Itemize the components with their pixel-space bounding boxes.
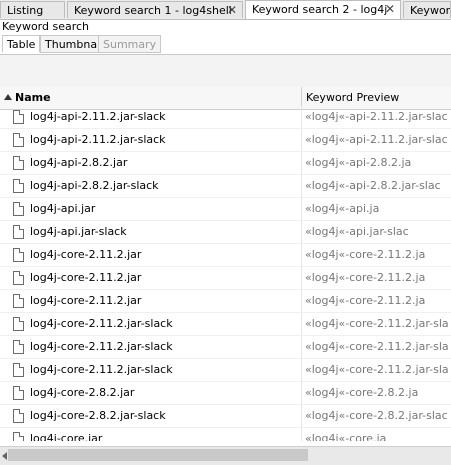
file-icon [13, 225, 24, 239]
tab-keyword-search-1[interactable]: Keyword search 1 - log4shell ✕ [67, 1, 243, 18]
file-icon [13, 363, 24, 377]
file-name: log4j-api.jar [30, 202, 96, 215]
keyword-preview: «log4j«-core-2.8.2.ja [301, 382, 451, 404]
keyword-preview: «log4j«-core-2.8.2.jar-slac [301, 405, 451, 427]
tab-bar: Listing Keyword search 1 - log4shell ✕ K… [0, 0, 451, 20]
file-name: log4j-api-2.11.2.jar-slack [30, 110, 166, 123]
keyword-preview: «log4j«-core-2.11.2.ja [301, 244, 451, 266]
keyword-preview: «log4j«-core-2.11.2.jar-sla [301, 313, 451, 335]
keyword-preview: «log4j«-api-2.11.2.jar-slac [301, 129, 451, 151]
tab-label: Listing [7, 4, 44, 17]
file-name: log4j-core-2.11.2.jar-slack [30, 340, 173, 353]
horizontal-scrollbar[interactable] [0, 446, 451, 465]
keyword-preview: «log4j«-api-2.8.2.ja [301, 152, 451, 174]
results-table: log4j-api-2.11.2.jar-slack «log4j«-api-2.… [0, 106, 451, 441]
file-name: log4j-api-2.8.2.jar-slack [30, 179, 159, 192]
table-row[interactable]: log4j-core-2.11.2.jar «log4j«-core-2.11.2… [0, 267, 451, 290]
file-icon [13, 340, 24, 354]
keyword-preview: «log4j«-api-2.8.2.jar-slac [301, 175, 451, 197]
table-row[interactable]: log4j-api.jar «log4j«-api.ja [0, 198, 451, 221]
file-icon [13, 317, 24, 331]
file-name: log4j-core-2.8.2.jar [30, 386, 135, 399]
table-row[interactable]: log4j-api-2.8.2.jar-slack «log4j«-api-2.8… [0, 175, 451, 198]
table-row[interactable]: log4j-core-2.11.2.jar «log4j«-core-2.11.2… [0, 290, 451, 313]
column-label: Keyword Preview [306, 91, 400, 104]
column-label: Name [15, 91, 51, 104]
file-icon [13, 179, 24, 193]
file-icon [13, 432, 24, 441]
file-icon [13, 248, 24, 262]
table-row[interactable]: log4j-core-2.11.2.jar-slack «log4j«-core-… [0, 359, 451, 382]
table-row[interactable]: log4j-core-2.11.2.jar-slack «log4j«-core-… [0, 313, 451, 336]
table-row[interactable]: log4j-core-2.11.2.jar «log4j«-core-2.11.2… [0, 244, 451, 267]
file-name: log4j-core-2.11.2.jar-slack [30, 363, 173, 376]
sort-ascending-icon [4, 94, 12, 100]
tab-label: Summary [103, 38, 157, 51]
file-name: log4j-api-2.11.2.jar-slack [30, 133, 166, 146]
file-icon [13, 202, 24, 216]
file-icon [13, 156, 24, 170]
file-name: log4j-core-2.11.2.jar [30, 248, 142, 261]
keyword-preview: «log4j«-core-2.11.2.ja [301, 290, 451, 312]
tab-table[interactable]: Table [2, 35, 41, 53]
close-icon[interactable]: ✕ [227, 2, 237, 18]
keyword-preview: «log4j«-api.jar-slac [301, 221, 451, 243]
table-row[interactable]: log4j-api-2.8.2.jar «log4j«-api-2.8.2.ja [0, 152, 451, 175]
tab-listing[interactable]: Listing [0, 1, 65, 18]
file-name: log4j-core.jar [30, 432, 103, 441]
table-row[interactable]: log4j-api.jar-slack «log4j«-api.jar-slac [0, 221, 451, 244]
file-name: log4j-api.jar-slack [30, 225, 127, 238]
file-name: log4j-core-2.11.2.jar-slack [30, 317, 173, 330]
file-name: log4j-api-2.8.2.jar [30, 156, 128, 169]
table-row[interactable]: log4j-core-2.8.2.jar «log4j«-core-2.8.2.j… [0, 382, 451, 405]
keyword-preview: «log4j«-core-2.11.2.jar-sla [301, 336, 451, 358]
file-icon [13, 271, 24, 285]
table-row[interactable]: log4j-core-2.11.2.jar-slack «log4j«-core-… [0, 336, 451, 359]
keyword-preview: «log4j«-core.ja [301, 428, 451, 441]
tab-label: Keyword [410, 4, 450, 17]
scrollbar-thumb[interactable] [8, 449, 308, 461]
file-icon [13, 409, 24, 423]
scroll-left-icon[interactable] [2, 452, 7, 460]
table-row[interactable]: log4j-core.jar «log4j«-core.ja [0, 428, 451, 441]
toolbar-area [0, 54, 451, 88]
file-icon [13, 133, 24, 147]
tab-keyword[interactable]: Keyword [403, 1, 451, 18]
file-icon [13, 386, 24, 400]
file-icon [13, 294, 24, 308]
tab-keyword-search-2[interactable]: Keyword search 2 - log4j ✕ [245, 0, 401, 19]
table-row[interactable]: log4j-api-2.11.2.jar-slack «log4j«-api-2.… [0, 129, 451, 152]
file-icon [13, 110, 24, 124]
file-name: log4j-core-2.11.2.jar [30, 271, 142, 284]
table-row[interactable]: log4j-core-2.8.2.jar-slack «log4j«-core-2… [0, 405, 451, 428]
tab-label: Keyword search 2 - log4j [252, 3, 388, 16]
table-row[interactable]: log4j-api-2.11.2.jar-slack «log4j«-api-2.… [0, 106, 451, 129]
file-name: log4j-core-2.11.2.jar [30, 294, 142, 307]
keyword-preview: «log4j«-api.ja [301, 198, 451, 220]
panel-title: Keyword search [2, 20, 90, 33]
keyword-preview: «log4j«-core-2.11.2.ja [301, 267, 451, 289]
keyword-preview: «log4j«-api-2.11.2.jar-slac [301, 106, 451, 128]
close-icon[interactable]: ✕ [385, 1, 395, 18]
tab-label: Thumbnail [45, 38, 104, 51]
tab-label: Table [7, 38, 36, 51]
tab-label: Keyword search 1 - log4shell [74, 4, 232, 17]
keyword-preview: «log4j«-core-2.11.2.jar-sla [301, 359, 451, 381]
file-name: log4j-core-2.8.2.jar-slack [30, 409, 166, 422]
tab-summary[interactable]: Summary [98, 35, 162, 53]
